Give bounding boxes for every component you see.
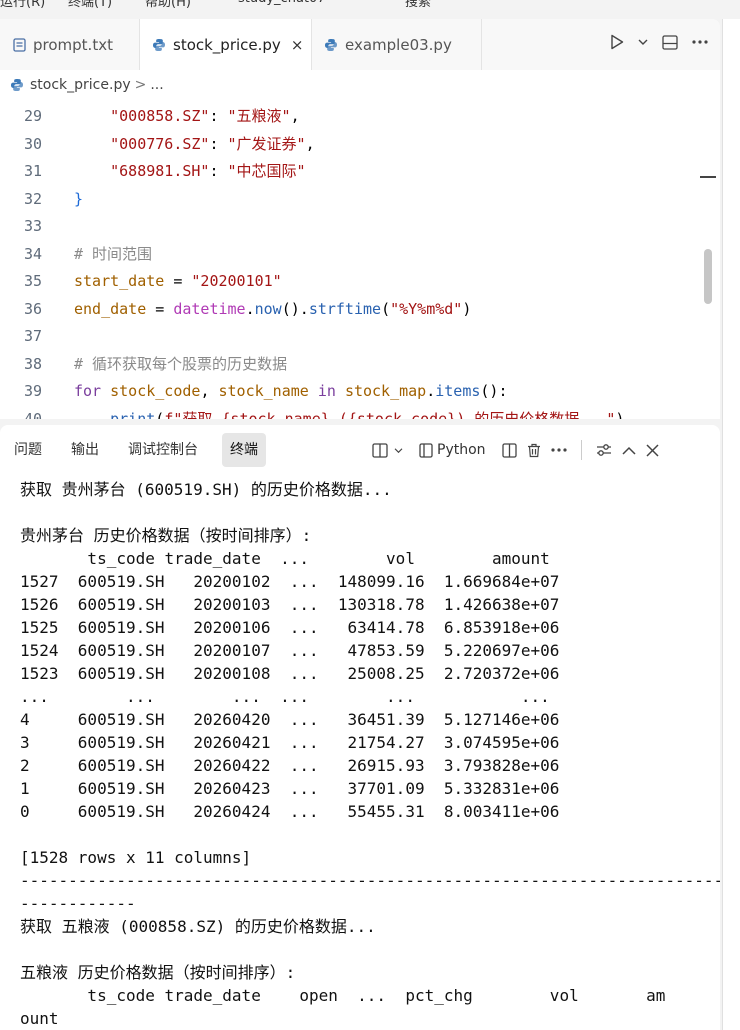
editor-panel: prompt.txt stock_price.py × example03.py [0,19,720,419]
terminal-line: 五粮液 历史价格数据（按时间排序）: [20,963,296,982]
terminal-line: 1527 600519.SH 20200102 ... 148099.16 1.… [20,572,560,591]
more-icon[interactable] [550,448,567,452]
line-number: 31 [23,162,42,180]
panel-tabbar: 问题 输出 调试控制台 终端 Python [0,425,720,475]
code-text: "000776.SZ": "广发证券", [110,134,315,153]
python-file-icon [10,78,24,92]
terminal-line: 1526 600519.SH 20200103 ... 130318.78 1.… [20,595,560,614]
breadcrumb-file[interactable]: stock_price.py [30,77,131,93]
settings-sliders-icon[interactable] [596,443,612,457]
terminal-line: 1 600519.SH 20260423 ... 37701.09 5.3328… [20,779,560,798]
line-number: 40 [23,409,42,420]
code-text: for stock_code, stock_name in stock_map.… [74,382,508,400]
terminal-line: 贵州茅台 历史价格数据（按时间排序）: [20,526,312,545]
terminal-line: ----------------------------------------… [20,871,720,890]
terminal-line: ... ... ... ... ... ... [20,687,550,706]
chevron-down-icon[interactable] [394,447,403,454]
line-number: 34 [23,244,42,263]
line-number: 38 [23,354,42,373]
terminal-line: ------------ [20,894,136,913]
line-number: 30 [23,134,42,153]
tab-terminal[interactable]: 终端 [222,433,266,467]
code-editor[interactable]: 29 "000858.SZ": "五粮液", 30 "000776.SZ": "广… [0,103,720,419]
split-editor-icon[interactable] [662,34,678,50]
terminal-actions: Python [372,433,659,467]
line-number: 39 [23,382,42,400]
breadcrumb-more[interactable]: ... [150,77,163,93]
code-text: # 时间范围 [74,244,153,263]
line-number: 37 [23,327,42,345]
menu-help[interactable]: 帮助(H) [145,0,191,8]
toolbar-divider [580,440,582,460]
terminal-profile[interactable]: Python [419,442,486,458]
code-text: print(f"获取 {stock_name} ({stock_code}) 的… [110,409,625,420]
menu-terminal[interactable]: 终端(T) [68,0,112,8]
line-number: 32 [23,189,42,208]
terminal-window-icon [419,442,433,458]
editor-vertical-scrollbar[interactable] [704,249,712,304]
minimap-marker [700,176,716,178]
line-number: 29 [23,107,42,125]
python-file-icon [152,38,166,52]
terminal-line: 4 600519.SH 20260420 ... 36451.39 5.1271… [20,710,560,729]
menu-run[interactable]: 运行(R) [0,0,45,8]
terminal-line: ts_code trade_date ... vol amount [20,549,550,568]
code-text: # 循环获取每个股票的历史数据 [74,354,288,373]
breadcrumb: stock_price.py > ... [0,70,720,100]
terminal-layout-icon[interactable] [372,442,388,458]
tab-example03-py[interactable]: example03.py [312,19,482,70]
split-terminal-icon[interactable] [501,442,517,458]
tab-label: example03.py [345,35,452,54]
editor-actions [610,34,708,50]
more-icon[interactable] [692,40,708,44]
breadcrumb-separator: > [134,77,147,93]
terminal-line: 1523 600519.SH 20200108 ... 25008.25 2.7… [20,664,560,683]
python-file-icon [324,38,338,52]
terminal-line: 3 600519.SH 20260421 ... 21754.27 3.0745… [20,733,560,752]
chevron-down-icon[interactable] [638,38,648,46]
code-text: "688981.SH": "中芯国际" [110,162,306,180]
terminal-line: 获取 五粮液 (000858.SZ) 的历史价格数据... [20,917,376,936]
code-text: end_date = datetime.now().strftime("%Y%m… [74,299,472,318]
line-number: 33 [23,217,42,235]
menubar: 运行(R) 终端(T) 帮助(H) study_chat07 搜索 [0,0,740,8]
code-text: start_date = "20200101" [74,272,282,290]
editor-tabbar: prompt.txt stock_price.py × example03.py [0,19,720,70]
tab-stock-price-py[interactable]: stock_price.py × [140,19,312,70]
file-text-icon [12,37,26,52]
terminal-panel: 问题 输出 调试控制台 终端 Python 获取 贵州茅台 (600519.SH… [0,425,720,1030]
close-icon[interactable]: × [291,36,304,54]
tab-label: stock_price.py [173,35,281,54]
terminal-line: ount [20,1009,59,1028]
trash-icon[interactable] [527,443,541,458]
code-text: } [74,189,84,208]
terminal-line: 获取 贵州茅台 (600519.SH) 的历史价格数据... [20,480,392,499]
run-icon[interactable] [610,34,624,50]
terminal-line: [1528 rows x 11 columns] [20,848,252,867]
tab-debug-console[interactable]: 调试控制台 [120,433,206,467]
line-number: 36 [23,299,42,318]
terminal-line: ts_code trade_date open ... pct_chg vol … [20,986,666,1005]
code-text: "000858.SZ": "五粮液", [110,107,300,125]
terminal-line: 1524 600519.SH 20200107 ... 47853.59 5.2… [20,641,560,660]
tab-problems[interactable]: 问题 [6,433,50,467]
terminal-line: 1525 600519.SH 20200106 ... 63414.78 6.8… [20,618,560,637]
secondary-sidebar-edge [722,19,740,1030]
chevron-up-icon[interactable] [622,446,636,455]
terminal-line: 2 600519.SH 20260422 ... 26915.93 3.7938… [20,756,560,775]
line-number: 35 [23,272,42,290]
tab-prompt-txt[interactable]: prompt.txt [0,19,140,70]
tab-label: prompt.txt [33,35,113,54]
tab-output[interactable]: 输出 [63,433,107,467]
workspace-title: study_chat07 [238,0,326,6]
terminal-line: 0 600519.SH 20260424 ... 55455.31 8.0034… [20,802,560,821]
close-icon[interactable] [646,443,659,457]
search-box[interactable]: 搜索 [405,0,431,8]
terminal-profile-label: Python [437,442,486,458]
